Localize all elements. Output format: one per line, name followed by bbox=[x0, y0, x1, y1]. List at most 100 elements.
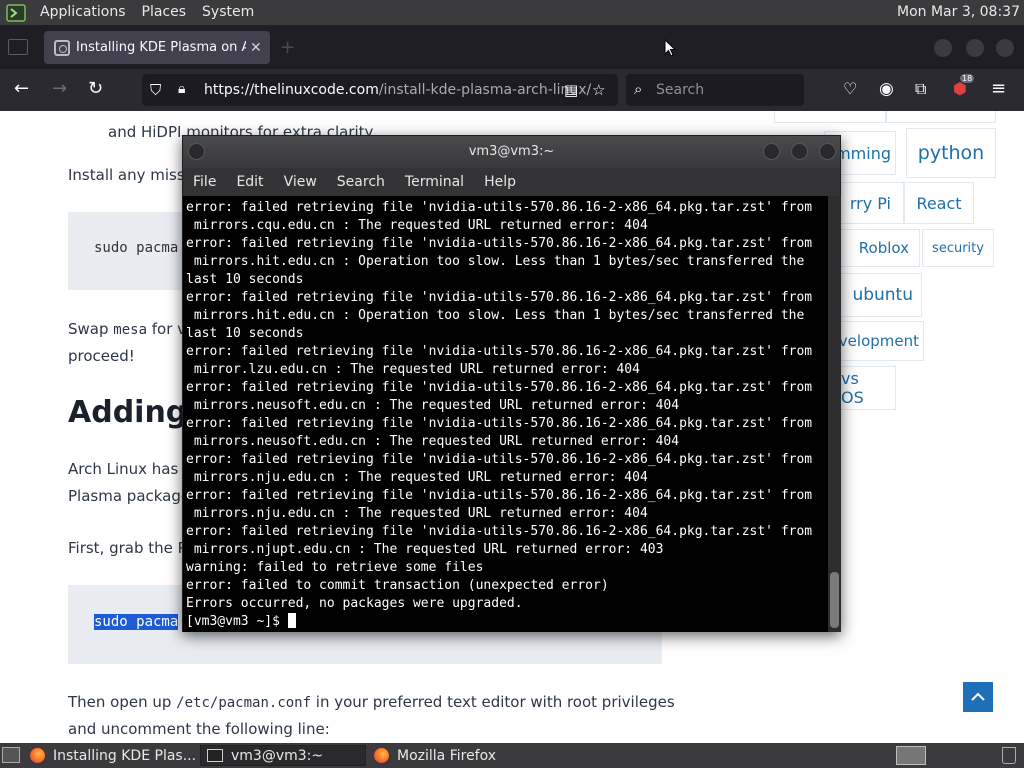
url-bar[interactable]: ⛉ 🔒︎ https://thelinuxcode.com/install-kd… bbox=[142, 74, 618, 106]
article-text: proceed! bbox=[68, 347, 135, 365]
terminal-icon bbox=[207, 749, 223, 762]
taskbar-item-label: Installing KDE Plas... bbox=[53, 747, 197, 764]
url-text[interactable]: https://thelinuxcode.com/install-kde-pla… bbox=[204, 82, 591, 98]
window-minimize-button[interactable] bbox=[934, 39, 952, 57]
applications-logo-icon[interactable] bbox=[6, 3, 26, 22]
trash-icon[interactable] bbox=[1002, 747, 1016, 764]
firefox-icon bbox=[374, 748, 389, 763]
taskbar-item-label: vm3@vm3:~ bbox=[231, 747, 324, 764]
article-text: and uncomment the following line: bbox=[68, 720, 330, 738]
article-text: Swap mesa for v bbox=[68, 320, 187, 338]
terminal-cursor bbox=[287, 613, 296, 628]
clock[interactable]: Mon Mar 3, 08:37 bbox=[897, 0, 1020, 25]
terminal-line: error: failed retrieving file 'nvidia-ut… bbox=[186, 416, 813, 431]
terminal-prompt: [vm3@vm3 ~]$ bbox=[186, 614, 288, 629]
terminal-scrollbar[interactable] bbox=[828, 196, 841, 632]
terminal-line: mirrors.nju.edu.cn : The requested URL r… bbox=[186, 506, 648, 521]
terminal-close-button[interactable] bbox=[819, 143, 836, 160]
tag-link[interactable]: rry Pi bbox=[840, 182, 904, 224]
terminal-line: last 10 seconds bbox=[186, 272, 304, 287]
tag-link[interactable]: python bbox=[906, 128, 996, 178]
menu-view[interactable]: View bbox=[274, 174, 327, 190]
terminal-line: error: failed to commit transaction (une… bbox=[186, 578, 609, 593]
terminal-prompt-line[interactable]: [vm3@vm3 ~]$ bbox=[186, 613, 828, 631]
forward-arrow-icon[interactable]: → bbox=[52, 79, 67, 99]
menu-edit[interactable]: Edit bbox=[226, 174, 273, 190]
lock-icon[interactable]: 🔒︎ bbox=[178, 81, 185, 97]
terminal-line: warning: failed to retrieve some files bbox=[186, 560, 484, 575]
terminal-line: error: failed retrieving file 'nvidia-ut… bbox=[186, 344, 813, 359]
workspace-switcher[interactable] bbox=[896, 746, 926, 765]
browser-nav-bar: ← → ↻ ⛉ 🔒︎ https://thelinuxcode.com/inst… bbox=[0, 69, 1024, 111]
tab-title: Installing KDE Plasma on Ar bbox=[76, 40, 246, 55]
reload-icon[interactable]: ↻ bbox=[88, 79, 103, 99]
search-bar[interactable]: ⌕ bbox=[626, 74, 804, 106]
terminal-title: vm3@vm3:~ bbox=[468, 144, 555, 159]
terminal-line: mirrors.hit.edu.cn : Operation too slow.… bbox=[186, 254, 805, 269]
tracking-shield-icon[interactable]: ⛉ bbox=[150, 81, 161, 99]
menu-places[interactable]: Places bbox=[134, 0, 195, 25]
bookmark-star-icon[interactable]: ☆ bbox=[592, 81, 605, 99]
taskbar-item-browser-tab[interactable]: Installing KDE Plas... bbox=[30, 745, 198, 766]
terminal-menubar: File Edit View Search Terminal Help bbox=[183, 168, 840, 196]
terminal-line: error: failed retrieving file 'nvidia-ut… bbox=[186, 200, 813, 215]
terminal-titlebar[interactable]: vm3@vm3:~ bbox=[183, 136, 840, 168]
terminal-output[interactable]: error: failed retrieving file 'nvidia-ut… bbox=[183, 196, 828, 632]
article-text: Then open up /etc/pacman.conf in your pr… bbox=[68, 693, 675, 711]
menu-file[interactable]: File bbox=[183, 174, 226, 190]
new-tab-icon[interactable]: + bbox=[280, 37, 295, 58]
menu-applications[interactable]: Applications bbox=[32, 0, 134, 25]
search-icon: ⌕ bbox=[634, 80, 643, 98]
extensions-icon[interactable]: ⧉ bbox=[915, 79, 926, 99]
article-text: Plasma package bbox=[68, 487, 191, 505]
scrollbar-thumb[interactable] bbox=[830, 572, 839, 628]
terminal-line: mirrors.neusoft.edu.cn : The requested U… bbox=[186, 398, 680, 413]
tag-link[interactable] bbox=[886, 111, 996, 123]
terminal-line: Errors occurred, no packages were upgrad… bbox=[186, 596, 523, 611]
terminal-line: error: failed retrieving file 'nvidia-ut… bbox=[186, 488, 813, 503]
menu-search[interactable]: Search bbox=[327, 174, 395, 190]
tag-link[interactable]: velopment bbox=[839, 321, 924, 361]
code-text-selected[interactable]: sudo pacma bbox=[94, 614, 179, 630]
tag-link[interactable]: React bbox=[904, 182, 974, 224]
tag-link[interactable]: Roblox bbox=[840, 229, 920, 267]
taskbar-item-terminal[interactable]: vm3@vm3:~ bbox=[200, 745, 366, 766]
menu-system[interactable]: System bbox=[194, 0, 262, 25]
taskbar-item-firefox[interactable]: Mozilla Firefox bbox=[374, 745, 542, 766]
terminal-line: error: failed retrieving file 'nvidia-ut… bbox=[186, 290, 813, 305]
tag-link[interactable]: security bbox=[922, 229, 994, 267]
terminal-line: error: failed retrieving file 'nvidia-ut… bbox=[186, 524, 813, 539]
show-desktop-icon[interactable] bbox=[2, 747, 20, 763]
terminal-maximize-button[interactable] bbox=[791, 143, 808, 160]
terminal-minimize-button[interactable] bbox=[763, 143, 780, 160]
tab-close-icon[interactable]: ✕ bbox=[250, 40, 262, 56]
browser-tab-bar: Installing KDE Plasma on Ar ✕ + bbox=[0, 25, 1024, 69]
article-text: Arch Linux has a bbox=[68, 460, 193, 478]
menu-help[interactable]: Help bbox=[474, 174, 526, 190]
hamburger-menu-icon[interactable]: ≡ bbox=[991, 79, 1006, 99]
sidebar-toggle-icon[interactable] bbox=[8, 39, 28, 55]
menu-terminal[interactable]: Terminal bbox=[395, 174, 474, 190]
terminal-line: error: failed retrieving file 'nvidia-ut… bbox=[186, 380, 813, 395]
account-icon[interactable]: ◉ bbox=[879, 79, 894, 99]
tag-link[interactable] bbox=[774, 111, 886, 123]
taskbar-item-label: Mozilla Firefox bbox=[397, 747, 497, 764]
mouse-cursor-icon bbox=[664, 39, 677, 57]
back-arrow-icon[interactable]: ← bbox=[14, 79, 29, 99]
top-panel: Applications Places System Mon Mar 3, 08… bbox=[0, 0, 1024, 25]
browser-tab-active[interactable]: Installing KDE Plasma on Ar ✕ bbox=[44, 31, 270, 64]
window-close-button[interactable] bbox=[996, 39, 1014, 57]
tag-link[interactable]: ubuntu bbox=[840, 273, 922, 317]
terminal-line: mirrors.neusoft.edu.cn : The requested U… bbox=[186, 434, 680, 449]
terminal-line: last 10 seconds bbox=[186, 326, 304, 341]
terminal-window[interactable]: vm3@vm3:~ File Edit View Search Terminal… bbox=[182, 135, 841, 632]
scroll-to-top-button[interactable] bbox=[963, 682, 993, 712]
tag-link[interactable]: vs OS bbox=[840, 366, 896, 410]
window-maximize-button[interactable] bbox=[966, 39, 984, 57]
terminal-line: mirror.lzu.edu.cn : The requested URL re… bbox=[186, 362, 640, 377]
search-input[interactable] bbox=[656, 80, 796, 100]
reader-view-icon[interactable]: ▤ bbox=[564, 81, 578, 99]
bottom-taskbar: Installing KDE Plas... vm3@vm3:~ Mozilla… bbox=[0, 743, 1024, 768]
terminal-line: mirrors.nju.edu.cn : The requested URL r… bbox=[186, 470, 648, 485]
pocket-icon[interactable]: ♡ bbox=[843, 79, 857, 99]
